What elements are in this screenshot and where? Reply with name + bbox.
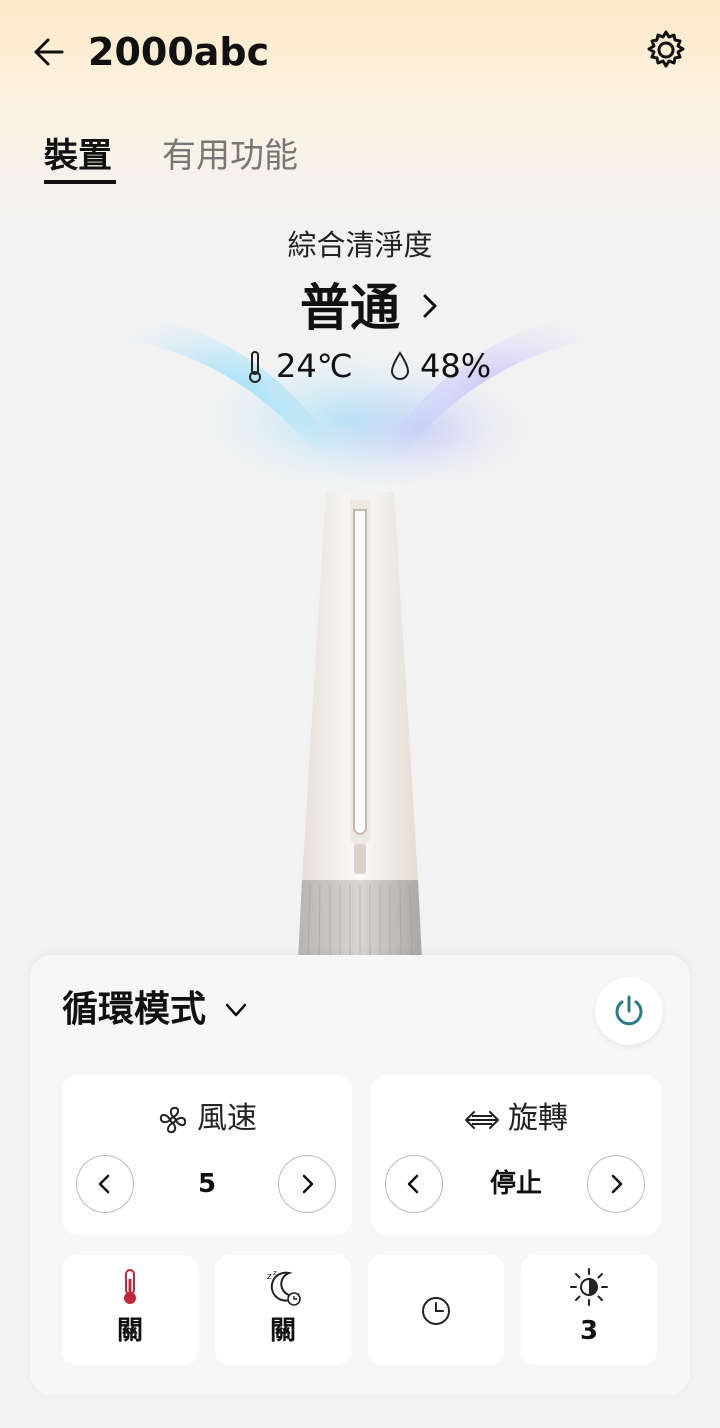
heater-toggle-button[interactable]: 關 (62, 1255, 198, 1365)
svg-text:z: z (267, 1272, 272, 1282)
air-quality-label: 綜合清淨度 (287, 228, 433, 262)
wind-speed-header: 風速 (62, 1097, 352, 1141)
brightness-button[interactable]: 3 (521, 1255, 657, 1365)
svg-text:z: z (273, 1269, 277, 1277)
chevron-down-icon[interactable] (223, 997, 249, 1023)
wind-speed-increase-button[interactable] (278, 1155, 336, 1213)
control-panel: 循環模式 風速 5 旋轉 停止 關 z z 關 3 (30, 955, 690, 1395)
rotation-increase-button[interactable] (587, 1155, 645, 1213)
brightness-value: 3 (579, 1316, 599, 1346)
thermometer-icon (249, 351, 261, 383)
tab-device[interactable]: 裝置 (44, 132, 112, 180)
power-button[interactable] (595, 977, 663, 1045)
brightness-icon (570, 1268, 608, 1306)
temperature-value: 24℃ (276, 347, 353, 385)
chevron-right-icon[interactable] (418, 290, 442, 322)
chevron-right-icon (302, 1174, 314, 1194)
sleep-moon-icon: z z (267, 1269, 301, 1306)
gear-icon[interactable] (642, 26, 690, 74)
wind-speed-card: 風速 5 (62, 1075, 352, 1235)
power-icon (615, 995, 643, 1026)
chevron-left-icon (407, 1174, 419, 1194)
app-header: 2000abc (0, 0, 720, 110)
sleep-mode-button[interactable]: z z 關 (215, 1255, 351, 1365)
swing-arrows-icon (465, 1110, 499, 1129)
timer-button[interactable] (368, 1255, 504, 1365)
chevron-left-icon (98, 1174, 110, 1194)
rotation-label: 旋轉 (508, 1101, 568, 1136)
humidity-value: 48% (420, 347, 492, 385)
rotation-card: 旋轉 停止 (371, 1075, 661, 1235)
humidity-drop-icon (390, 351, 410, 380)
tab-underline (44, 180, 116, 184)
page-title: 2000abc (88, 30, 270, 74)
air-purifier-image (298, 492, 422, 960)
rotation-header: 旋轉 (371, 1097, 661, 1141)
wind-speed-value: 5 (197, 1169, 217, 1199)
wind-speed-label: 風速 (197, 1101, 257, 1136)
sleep-mode-value: 關 (269, 1316, 296, 1346)
air-quality-value[interactable]: 普通 (300, 276, 400, 340)
fan-icon (159, 1106, 187, 1133)
mode-selector-label[interactable]: 循環模式 (62, 985, 206, 1035)
timer-icon (422, 1297, 450, 1325)
thermometer-icon (124, 1269, 136, 1304)
tab-useful-features[interactable]: 有用功能 (162, 132, 298, 180)
back-arrow-icon[interactable] (28, 30, 68, 74)
wind-speed-decrease-button[interactable] (76, 1155, 134, 1213)
heater-value: 關 (116, 1316, 143, 1346)
chevron-right-icon (611, 1174, 623, 1194)
rotation-value: 停止 (489, 1169, 542, 1199)
rotation-decrease-button[interactable] (385, 1155, 443, 1213)
